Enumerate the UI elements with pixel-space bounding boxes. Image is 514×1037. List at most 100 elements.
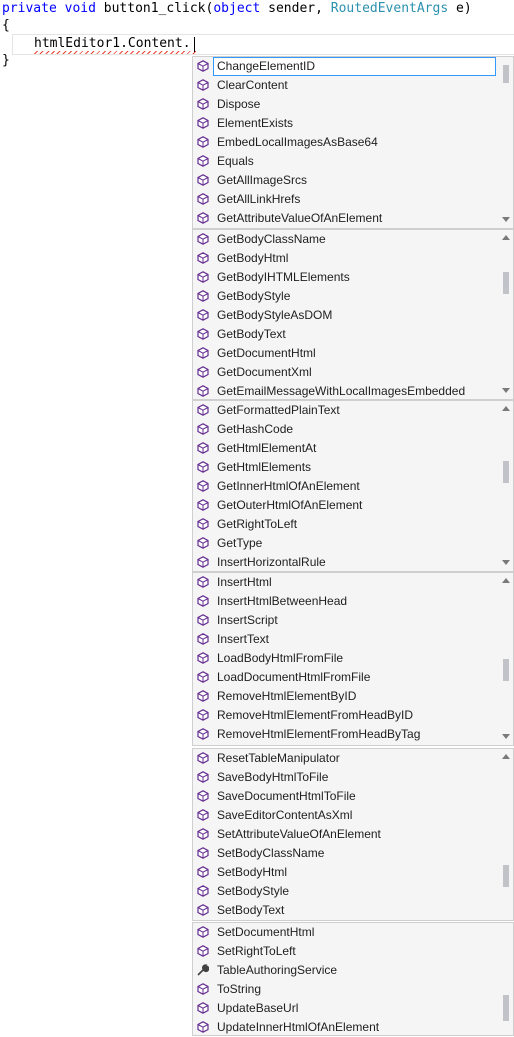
completion-item[interactable]: GetDocumentXml [193, 363, 493, 382]
completion-item[interactable]: SetBodyStyle [193, 882, 493, 901]
completion-list-panel[interactable]: InsertHtml InsertHtmlBetweenHead InsertScr… [192, 572, 514, 746]
scrollbar-thumb[interactable] [503, 461, 509, 483]
scroll-down-arrow-icon[interactable] [502, 388, 510, 393]
completion-item[interactable]: GetHtmlElements [193, 458, 493, 477]
scrollbar[interactable] [499, 57, 513, 228]
completion-item[interactable]: GetAllImageSrcs [193, 171, 493, 190]
completion-item[interactable]: UpdateInnerHtmlOfAnElement [193, 1018, 493, 1037]
completion-item-label: SetBodyClassName [217, 846, 325, 860]
completion-item[interactable]: InsertText [193, 630, 493, 649]
completion-item-label: GetHtmlElements [217, 460, 312, 474]
completion-item[interactable]: InsertScript [193, 611, 493, 630]
completion-item[interactable]: GetBodyStyle [193, 287, 493, 306]
completion-item[interactable]: InsertHtmlBetweenHead [193, 592, 493, 611]
completion-item-label: InsertText [217, 632, 270, 646]
completion-item[interactable]: GetBodyHtml [193, 249, 493, 268]
completion-item[interactable]: ResetTableManipulator [193, 749, 493, 768]
completion-item[interactable]: RemoveHtmlElementByID [193, 687, 493, 706]
scroll-down-arrow-icon[interactable] [502, 560, 510, 565]
completion-list-panel[interactable]: GetFormattedPlainText GetHashCode GetHtmlE… [192, 400, 514, 572]
completion-item[interactable]: EmbedLocalImagesAsBase64 [193, 133, 493, 152]
completion-item-label: LoadDocumentHtmlFromFile [217, 670, 371, 684]
completion-item[interactable]: GetOuterHtmlOfAnElement [193, 496, 493, 515]
completion-item-label: RemoveHtmlElementByID [217, 689, 357, 703]
completion-item[interactable]: UpdateBaseUrl [193, 999, 493, 1018]
scrollbar[interactable] [499, 923, 513, 1035]
completion-item-label: GetBodyStyleAsDOM [217, 308, 333, 322]
completion-item[interactable]: GetType [193, 534, 493, 553]
scrollbar[interactable] [499, 401, 513, 571]
scroll-down-arrow-icon[interactable] [502, 734, 510, 739]
completion-item[interactable]: SetBodyClassName [193, 844, 493, 863]
scrollbar[interactable] [499, 230, 513, 399]
scrollbar[interactable] [499, 573, 513, 745]
scrollbar-thumb[interactable] [503, 659, 509, 681]
completion-item[interactable]: GetBodyClassName [193, 230, 493, 249]
completion-item-label: InsertHorizontalRule [217, 555, 326, 569]
completion-item-label: SaveEditorContentAsXml [217, 808, 353, 822]
completion-item[interactable]: ClearContent [193, 76, 493, 95]
scrollbar[interactable] [499, 749, 513, 920]
completion-item-label: GetBodyText [217, 327, 286, 341]
completion-item[interactable]: TableAuthoringService [193, 961, 493, 980]
keyword-void: void [64, 1, 96, 16]
completion-item[interactable]: LoadDocumentHtmlFromFile [193, 668, 493, 687]
completion-item[interactable]: SetBodyHtml [193, 863, 493, 882]
completion-item[interactable]: SaveDocumentHtmlToFile [193, 787, 493, 806]
completion-item-label: SetBodyText [217, 903, 285, 917]
completion-item[interactable]: GetEmailMessageWithLocalImagesEmbedded [193, 382, 493, 401]
completion-item-label: GetDocumentHtml [217, 346, 316, 360]
completion-item-label: UpdateBaseUrl [217, 1001, 299, 1015]
completion-item[interactable]: GetFormattedPlainText [193, 401, 493, 420]
scrollbar-thumb[interactable] [503, 995, 509, 1021]
completion-item-label: GetOuterHtmlOfAnElement [217, 498, 363, 512]
param-e: e) [456, 1, 472, 16]
completion-list-panel[interactable]: GetBodyClassName GetBodyHtml GetBodyIHTMLE… [192, 229, 514, 400]
completion-item[interactable]: ToString [193, 980, 493, 999]
completion-item[interactable]: SetDocumentHtml [193, 923, 493, 942]
completion-item[interactable]: InsertHorizontalRule [193, 553, 493, 572]
completion-item[interactable]: SetRightToLeft [193, 942, 493, 961]
completion-item[interactable]: GetBodyIHTMLElements [193, 268, 493, 287]
scrollbar-thumb[interactable] [503, 272, 509, 294]
completion-item[interactable]: GetAttributeValueOfAnElement [193, 209, 493, 228]
completion-item[interactable]: Equals [193, 152, 493, 171]
completion-item[interactable]: GetAllLinkHrefs [193, 190, 493, 209]
completion-item[interactable]: ChangeElementID [193, 57, 496, 76]
completion-list-panel[interactable]: ChangeElementID ClearContent Dispose Elemen… [192, 56, 514, 229]
completion-item[interactable]: RemoveHtmlElementFromHeadByTag [193, 725, 493, 744]
completion-item[interactable]: GetHashCode [193, 420, 493, 439]
completion-item[interactable]: GetInnerHtmlOfAnElement [193, 477, 493, 496]
type-routed-event-args: RoutedEventArgs [330, 1, 449, 16]
scroll-up-arrow-icon[interactable] [502, 754, 510, 759]
scrollbar-thumb[interactable] [503, 865, 509, 887]
completion-item-label: GetFormattedPlainText [217, 403, 340, 417]
scroll-up-arrow-icon[interactable] [502, 235, 510, 240]
completion-list-panel[interactable]: ResetTableManipulator SaveBodyHtmlToFile S… [192, 748, 514, 921]
scroll-up-arrow-icon[interactable] [502, 578, 510, 583]
completion-item[interactable]: GetBodyText [193, 325, 493, 344]
completion-item[interactable]: SaveBodyHtmlToFile [193, 768, 493, 787]
completion-item[interactable]: ElementExists [193, 114, 493, 133]
scrollbar-thumb[interactable] [503, 65, 509, 83]
completion-item[interactable]: GetHtmlElementAt [193, 439, 493, 458]
scroll-up-arrow-icon[interactable] [502, 406, 510, 411]
completion-list-panel[interactable]: SetDocumentHtml SetRightToLeft TableAuthor… [192, 922, 514, 1036]
completion-item[interactable]: SetAttributeValueOfAnElement [193, 825, 493, 844]
completion-item[interactable]: GetDocumentHtml [193, 344, 493, 363]
completion-item[interactable]: LoadBodyHtmlFromFile [193, 649, 493, 668]
completion-item[interactable]: InsertHtml [193, 573, 493, 592]
scroll-down-arrow-icon[interactable] [502, 217, 510, 222]
completion-item[interactable]: GetBodyStyleAsDOM [193, 306, 493, 325]
code-line-open-brace: { [2, 18, 10, 33]
completion-item-label: Dispose [217, 97, 261, 111]
completion-item-label: LoadBodyHtmlFromFile [217, 651, 344, 665]
completion-item[interactable]: Dispose [193, 95, 493, 114]
completion-item[interactable]: SaveEditorContentAsXml [193, 806, 493, 825]
completion-item[interactable]: RemoveHtmlElementFromHeadByID [193, 706, 493, 725]
param-sender: sender, [268, 1, 323, 16]
completion-item-label: RemoveHtmlElementFromHeadByTag [217, 727, 421, 741]
completion-item[interactable]: SetBodyText [193, 901, 493, 920]
completion-item-label: ChangeElementID [217, 59, 316, 73]
completion-item[interactable]: GetRightToLeft [193, 515, 493, 534]
